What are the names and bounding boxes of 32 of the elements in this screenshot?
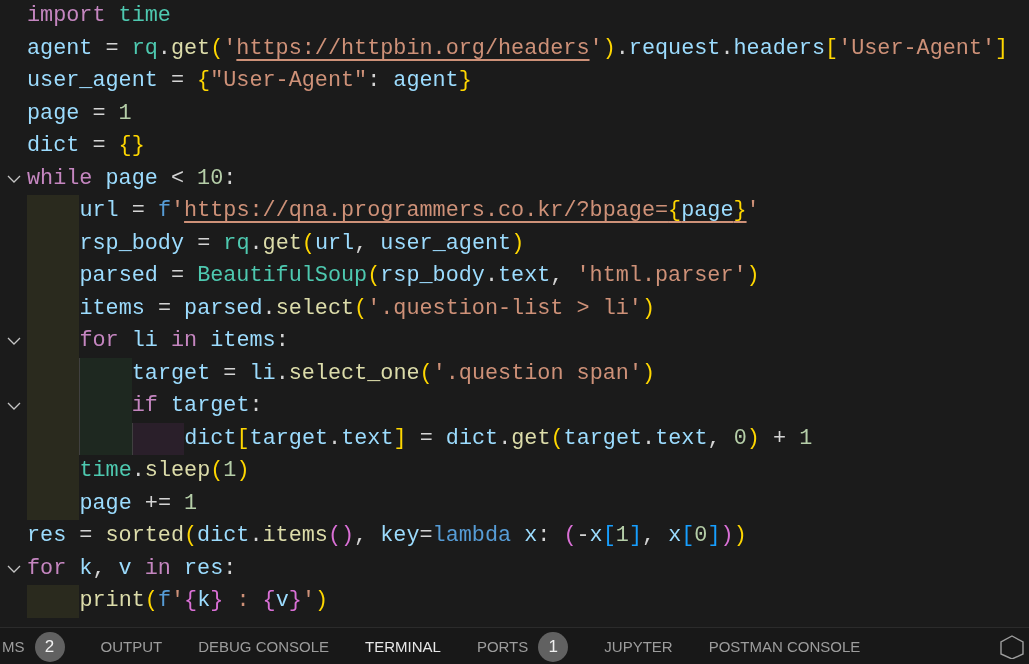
code-line: user_agent = {"User-Agent": agent} bbox=[27, 67, 472, 95]
count-badge: 2 bbox=[34, 631, 65, 662]
code-line: items = parsed.select('.question-list > li') bbox=[79, 294, 655, 323]
code-line: for li in items: bbox=[79, 327, 289, 355]
code-line: if target: bbox=[131, 392, 263, 420]
panel-tab[interactable]: POSTMAN CONSOLE bbox=[708, 638, 861, 655]
code-line: dict = {} bbox=[27, 132, 145, 160]
count-badge: 1 bbox=[538, 631, 569, 662]
panel-tab[interactable]: MS bbox=[2, 638, 25, 655]
code-line: time.sleep(1) bbox=[79, 457, 250, 485]
code-line: page += 1 bbox=[79, 489, 198, 518]
code-line: url = f'https://qna.programmers.co.kr/?bpage={page}' bbox=[79, 197, 760, 225]
code-line: parsed = BeautifulSoup(rsp_body.text, 'html.parser') bbox=[79, 262, 760, 290]
code-line: dict[target.text] = dict.get(target.text, 0) + 1 bbox=[184, 424, 813, 453]
code-line: import time bbox=[27, 2, 171, 30]
indent-guide bbox=[79, 422, 132, 455]
code-line: print(f'{k} : {v}') bbox=[79, 587, 329, 615]
code-line: page = 1 bbox=[27, 99, 132, 128]
indent-guide bbox=[131, 422, 185, 455]
code-line: res = sorted(dict.items(), key=lambda x: (-x[1], x[0])) bbox=[27, 522, 747, 550]
panel-tab[interactable]: PORTS bbox=[476, 638, 529, 655]
code-line: while page < 10: bbox=[27, 164, 237, 193]
panel-tab[interactable]: TERMINAL bbox=[365, 638, 441, 655]
code-line: agent = rq.get('https://httpbin.org/headers').request.headers['User-Agent'] bbox=[27, 34, 1009, 63]
code-line: rsp_body = rq.get(url, user_agent) bbox=[79, 229, 525, 258]
code-line: for k, v in res: bbox=[27, 554, 237, 583]
panel-tab[interactable]: JUPYTER bbox=[604, 638, 673, 655]
panel-tab[interactable]: OUTPUT bbox=[100, 638, 163, 655]
indent-guide bbox=[79, 357, 132, 390]
panel-tab[interactable]: DEBUG CONSOLE bbox=[198, 638, 330, 655]
hexagon-icon[interactable] bbox=[999, 634, 1025, 659]
code-line: target = li.select_one('.question span') bbox=[131, 359, 656, 388]
